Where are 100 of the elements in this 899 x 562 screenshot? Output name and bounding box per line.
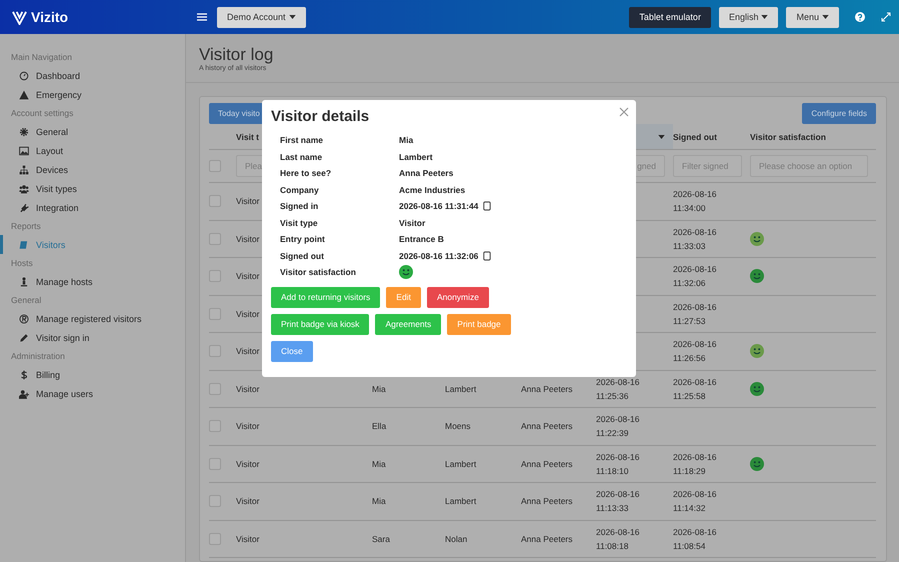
sidebar-item[interactable]: Layout [0,141,185,160]
section-heading: Main Navigation [10,51,73,64]
dropdown-button[interactable]: English [718,6,778,28]
column-header[interactable]: Signed out [673,132,717,142]
field-value: Acme Industries [399,184,466,195]
table-cell-text: Nolan [445,532,468,546]
field-label: Visitor satisfaction [280,267,356,278]
table-cell-text: Visitor [236,270,260,284]
sidebar-item[interactable]: Visitor sign in [0,328,185,347]
dollar-icon [19,370,29,380]
table-cell-text: Anna Peeters [521,532,573,546]
sidebar-item[interactable]: Visit types [0,179,185,198]
checkbox[interactable] [209,195,221,208]
table-cell-text: Visitor [236,232,260,246]
account-dropdown[interactable]: Demo Account [217,6,306,28]
emulator-button[interactable]: Tablet emulator [629,6,711,28]
sidebar-item[interactable]: Manage users [0,384,185,403]
sidebar-item[interactable]: Integration [0,198,185,217]
tablet-icon [483,201,492,212]
field-value: Anna Peeters [399,168,454,178]
checkbox[interactable] [209,345,221,358]
checkbox[interactable] [209,532,221,545]
sidebar-item[interactable]: Manage registered visitors [0,309,185,328]
checkbox[interactable] [209,308,221,320]
table-cell-text: 2026-08-16 [673,226,716,239]
checkbox[interactable] [209,420,221,432]
table-cell-text: 2026-08-16 [596,376,640,389]
registered-icon [19,314,29,324]
sidebar-item[interactable]: Manage hosts [0,272,185,291]
section-heading: General [10,294,42,307]
table-cell-text: 2026-08-16 [673,188,716,202]
section-heading: Reports [10,220,42,233]
table-cell-text: 2026-08-16 [673,450,716,464]
field-value: Mia [399,135,414,146]
table-cell-text: Ella [372,420,386,434]
table-cell-text: Visitor [236,532,260,546]
table-cell-text: 11:25:58 [673,390,706,403]
field-label: Here to see? [280,168,332,178]
section-heading: Administration [10,350,66,363]
table-cell-text: 2026-08-16 [596,488,640,502]
help-icon[interactable] [855,12,865,22]
table-cell-text: 11:14:32 [673,502,706,516]
action-button[interactable]: Anonymize [426,286,490,308]
field-label: Entry point [280,234,325,244]
section-heading: Hosts [10,257,34,270]
table-cell-text: 11:27:53 [673,314,706,328]
checkbox[interactable] [209,382,221,395]
close-icon[interactable] [618,105,630,117]
checkbox[interactable] [209,232,221,245]
table-cell-text: 11:18:10 [596,464,628,478]
field-value: 2026-08-16 11:32:06 [399,250,478,261]
gauge-icon [19,70,29,80]
sidebar-item[interactable]: Billing [0,365,185,384]
sidebar-item[interactable]: Dashboard [0,66,185,85]
section-heading: Account settings [10,107,74,120]
column-header[interactable]: Visitor satisfaction [750,132,826,142]
field-value: Visitor [399,218,426,228]
checkbox[interactable] [209,270,221,282]
configure-button[interactable]: Configure fields [802,103,876,124]
field-label: First name [280,135,323,146]
checkbox[interactable] [209,160,221,172]
table-cell-text: 11:34:00 [673,202,706,216]
checkbox[interactable] [209,458,221,470]
field-label: Signed in [280,201,318,212]
table-cell-text: Mia [372,458,386,471]
field-label: Signed out [280,250,324,261]
table-cell-text: Lambert [445,458,476,471]
gear-icon [19,126,29,136]
dropdown-button[interactable]: Menu [786,6,839,28]
column-header[interactable]: Visit t [236,132,259,142]
table-cell-text: Sara [372,532,390,546]
table-cell-text: 2026-08-16 [596,450,640,464]
table-cell-text: Lambert [445,382,476,396]
table-cell-text: Mia [372,382,386,396]
table-cell-text: 11:25:36 [596,390,628,403]
sidebar-item[interactable]: Devices [0,160,185,179]
users-icon [19,184,29,194]
table-cell-text: 11:18:29 [673,464,706,478]
sidebar-item[interactable]: Emergency [0,85,185,104]
table-cell-text: Visitor [236,308,260,321]
table-cell-text: Visitor [236,195,260,208]
table-cell-text: Anna Peeters [521,495,573,508]
logo-icon [12,10,27,24]
table-cell-text: 11:22:39 [596,427,628,440]
field-value: Entrance B [399,234,444,244]
sidebar-item[interactable]: General [0,122,185,141]
field-value: Lambert [399,152,433,162]
table-cell-text: Lambert [445,495,476,508]
checkbox[interactable] [209,495,221,508]
caret-icon [288,15,296,19]
image-icon [19,146,29,156]
table-cell-text: Anna Peeters [521,382,573,396]
table-cell-text: 11:08:54 [673,540,706,553]
table-cell-text: Anna Peeters [521,420,573,434]
warning-icon [19,90,29,100]
table-cell-text: 11:26:56 [673,352,706,366]
table-cell-text: Anna Peeters [521,458,573,471]
expand-icon[interactable] [881,12,891,22]
menu-icon[interactable] [197,12,207,22]
table-cell-text: Visitor [236,420,260,434]
